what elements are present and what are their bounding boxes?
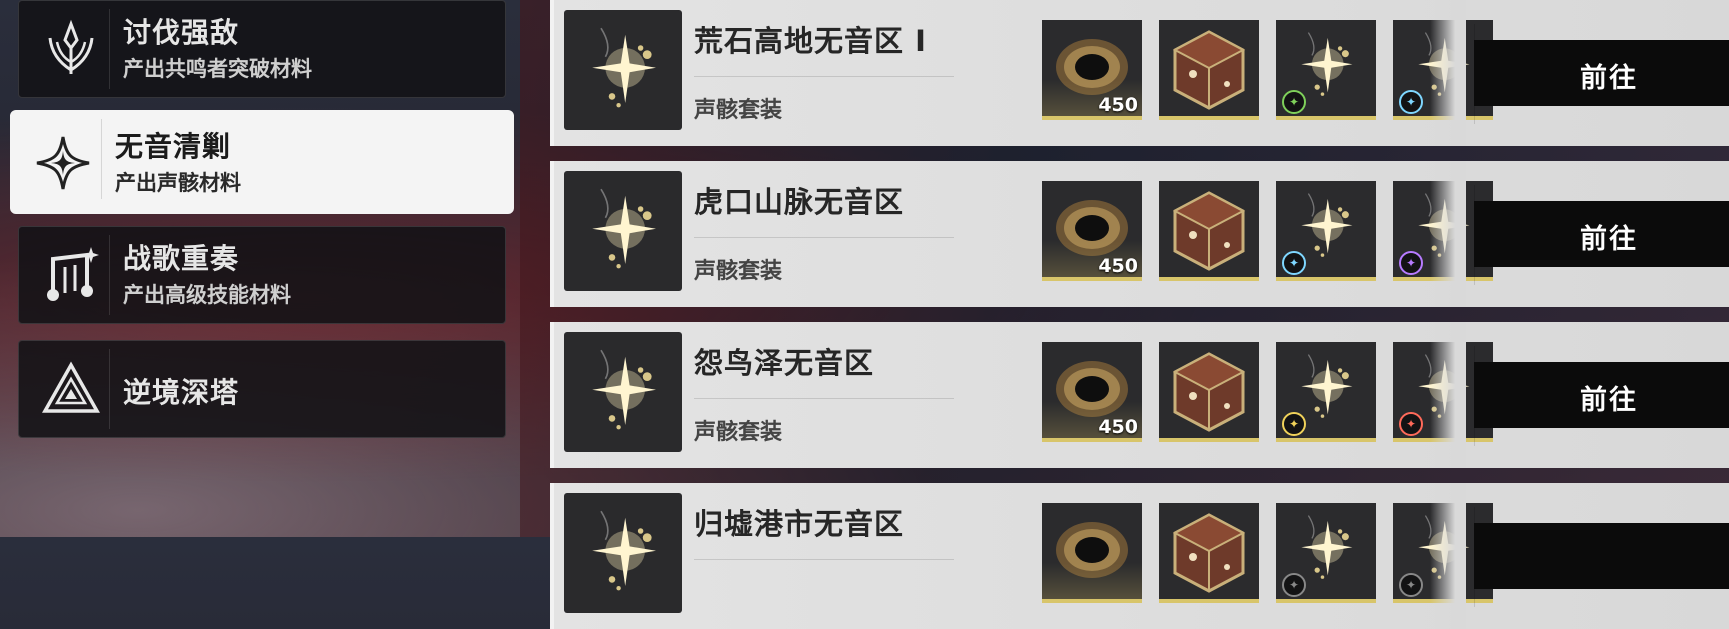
- element-badge-icon: ✦: [1282, 90, 1306, 114]
- reward-slot-echo-box[interactable]: [1159, 342, 1259, 442]
- reward-count: 450: [1098, 94, 1138, 116]
- divider: [109, 235, 110, 315]
- rarity-bar: [1159, 599, 1259, 603]
- crystal-box-icon: [1169, 28, 1249, 116]
- reward-scroll-fade: [1430, 0, 1466, 146]
- tacet-field-sparkle-icon: [564, 171, 682, 291]
- music-note-icon: [33, 237, 109, 313]
- rarity-bar: [1042, 116, 1142, 120]
- reward-scroll-fade: [1430, 322, 1466, 468]
- tacet-field-sparkle-icon: [564, 493, 682, 613]
- rarity-bar: [1159, 438, 1259, 442]
- sidebar-item-forgery[interactable]: 战歌重奏 产出高级技能材料: [18, 226, 506, 324]
- reward-slot-shell-credit[interactable]: 450: [1042, 342, 1142, 442]
- divider: [109, 9, 110, 89]
- rarity-glow: [1042, 563, 1142, 603]
- rarity-bar: [1042, 438, 1142, 442]
- reward-slot-echo-box[interactable]: [1159, 181, 1259, 281]
- element-badge-icon: ✦: [1282, 412, 1306, 436]
- reward-count: 450: [1098, 255, 1138, 277]
- reward-scroll-fade: [1430, 483, 1466, 629]
- crystal-box-icon: [1169, 350, 1249, 438]
- divider: [694, 559, 954, 560]
- rarity-bar: [1159, 277, 1259, 281]
- sidebar-item-tacet-clearance[interactable]: 无音清剿 产出声骸材料: [10, 110, 514, 214]
- go-button[interactable]: 前往: [1474, 40, 1729, 106]
- reward-slot-echo-set-a[interactable]: ✦: [1276, 20, 1376, 120]
- four-point-star-icon: [25, 125, 101, 201]
- reward-slot-echo-box[interactable]: [1159, 20, 1259, 120]
- reward-slot-echo-box[interactable]: [1159, 503, 1259, 603]
- sidebar-item-boss[interactable]: 讨伐强敌 产出共鸣者突破材料: [18, 0, 506, 98]
- sidebar-item-title: 逆境深塔: [123, 376, 240, 409]
- go-button[interactable]: 前往: [1474, 201, 1729, 267]
- dungeon-row[interactable]: 虎口山脉无音区 声骸套装 450 ✦ ✦ 前往: [550, 161, 1729, 307]
- dungeon-row[interactable]: 荒石高地无音区 Ⅰ 声骸套装 450 ✦ ✦ 前往: [550, 0, 1729, 146]
- tacet-field-sparkle-icon: [564, 332, 682, 452]
- element-badge-icon: ✦: [1282, 251, 1306, 275]
- rarity-bar: [1276, 438, 1376, 442]
- sidebar-item-title: 讨伐强敌: [123, 16, 240, 49]
- reward-count: 450: [1098, 416, 1138, 438]
- divider: [694, 398, 954, 399]
- element-badge-icon: ✦: [1282, 573, 1306, 597]
- rarity-bar: [1276, 277, 1376, 281]
- go-button[interactable]: 前往: [1474, 362, 1729, 428]
- reward-slot-shell-credit[interactable]: [1042, 503, 1142, 603]
- rarity-bar: [1276, 599, 1376, 603]
- dungeon-row[interactable]: 归墟港市无音区 ✦ ✦: [550, 483, 1729, 629]
- dungeon-name: 虎口山脉无音区: [694, 185, 905, 219]
- go-button[interactable]: [1474, 523, 1729, 589]
- go-button-label: 前往: [1580, 63, 1638, 94]
- sidebar-item-title: 无音清剿: [115, 130, 232, 163]
- dungeon-type: 声骸套装: [694, 98, 783, 123]
- divider: [694, 76, 954, 77]
- crystal-box-icon: [1169, 511, 1249, 599]
- rarity-bar: [1276, 116, 1376, 120]
- dungeon-type: 声骸套装: [694, 259, 783, 284]
- sidebar-item-subtitle: 产出共鸣者突破材料: [123, 57, 312, 81]
- tacet-emblem-icon: [33, 11, 109, 87]
- dungeon-type: 声骸套装: [694, 420, 783, 445]
- sidebar-item-subtitle: 产出高级技能材料: [123, 283, 291, 307]
- tacet-field-sparkle-icon: [564, 10, 682, 130]
- element-badge-icon: ✦: [1399, 251, 1423, 275]
- element-badge-icon: ✦: [1399, 412, 1423, 436]
- rarity-bar: [1042, 277, 1142, 281]
- tower-triangle-icon: [33, 351, 109, 427]
- reward-slot-echo-set-a[interactable]: ✦: [1276, 181, 1376, 281]
- rarity-bar: [1042, 599, 1142, 603]
- sidebar-item-tower[interactable]: 逆境深塔: [18, 340, 506, 438]
- rarity-bar: [1159, 116, 1259, 120]
- reward-slot-echo-set-a[interactable]: ✦: [1276, 342, 1376, 442]
- dungeon-row[interactable]: 怨鸟泽无音区 声骸套装 450 ✦ ✦ 前往: [550, 322, 1729, 468]
- divider: [109, 349, 110, 429]
- reward-slot-shell-credit[interactable]: 450: [1042, 181, 1142, 281]
- sidebar-item-subtitle: 产出声骸材料: [115, 171, 241, 195]
- sidebar-item-title: 战歌重奏: [123, 242, 240, 275]
- element-badge-icon: ✦: [1399, 90, 1423, 114]
- crystal-box-icon: [1169, 189, 1249, 277]
- go-button-label: 前往: [1580, 385, 1638, 416]
- reward-slot-echo-set-a[interactable]: ✦: [1276, 503, 1376, 603]
- dungeon-name: 怨鸟泽无音区: [694, 346, 875, 380]
- dungeon-name: 荒石高地无音区 Ⅰ: [694, 24, 927, 58]
- reward-slot-shell-credit[interactable]: 450: [1042, 20, 1142, 120]
- element-badge-icon: ✦: [1399, 573, 1423, 597]
- go-button-label: 前往: [1580, 224, 1638, 255]
- reward-scroll-fade: [1430, 161, 1466, 307]
- divider: [101, 119, 102, 199]
- divider: [694, 237, 954, 238]
